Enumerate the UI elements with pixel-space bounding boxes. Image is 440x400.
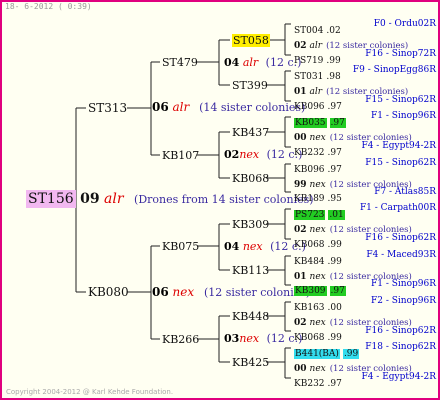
l4-code[interactable]: KB068	[294, 333, 325, 343]
l4-row: KB096.97 F15 - Sinop62R	[294, 158, 436, 175]
l4-row: PS723.01 F1 - Carpath00R	[294, 203, 436, 220]
sire-line: 06 alr (14 sister colonies)	[152, 101, 305, 113]
l4-origin: F4 - Egypt94-2R	[361, 141, 436, 151]
dam-code[interactable]: KB080	[88, 286, 129, 298]
l2-line-3: 03nex (12 c.)	[224, 333, 302, 344]
root-queen-breeder: alr	[104, 191, 124, 207]
l4-row: KB232.97 F4 - Egypt94-2R	[294, 141, 436, 158]
l4-value: .95	[327, 194, 342, 204]
l4-origin: F1 - Sinop96R	[371, 279, 436, 289]
l4-code[interactable]: KB096	[294, 102, 325, 112]
pedigree-frame: 18- 6-2012 ( 0:39) ST156 09 alr (Drones …	[0, 0, 440, 400]
dam-line: 06 nex (12 sister colonies)	[152, 286, 310, 298]
l4-value: .97	[327, 379, 342, 389]
l4-code[interactable]: KB232	[294, 379, 325, 389]
l2-year-2: 04	[224, 240, 240, 253]
l4-row: KB189.95 F7 - Atlas85R	[294, 187, 436, 204]
header-date: 18- 6-2012 ( 0:39)	[5, 2, 92, 11]
l4-origin: F1 - Carpath00R	[359, 203, 436, 213]
l4-origin: F0 - Ordu02R	[373, 19, 436, 29]
node-kb309[interactable]: KB309	[232, 219, 269, 230]
l4-code[interactable]: KB189	[294, 194, 325, 204]
l4-row: ST031.98 F9 - SinopEgg86R	[294, 65, 436, 82]
sire-breeder: alr	[172, 100, 190, 114]
node-kb437[interactable]: KB437	[232, 127, 269, 138]
l4-value: .99	[327, 333, 342, 343]
l4-row: KB484.99 F4 - Maced93R	[294, 250, 436, 267]
root-queen-year: 09	[80, 191, 100, 207]
node-st058-code: ST058	[232, 34, 270, 47]
l4-value: .97	[327, 102, 342, 112]
l4-origin: F2 - Sinop96R	[371, 296, 436, 306]
l4-row: KB068.99 F16 - Sinop62R	[294, 233, 436, 250]
l2-year-1: 02	[224, 148, 240, 161]
l4-origin: F4 - Egypt94-2R	[361, 372, 436, 382]
l4-origin: F7 - Atlas85R	[374, 187, 436, 197]
l2-breeder-2: nex	[242, 240, 263, 253]
l4-origin: F16 - Sinop72R	[365, 49, 436, 59]
root-queen-code: ST156	[26, 190, 76, 208]
node-st479[interactable]: ST479	[162, 57, 198, 68]
l4-row: KB232.97 F4 - Egypt94-2R	[294, 372, 436, 389]
l2-breeder-1: nex	[239, 148, 260, 161]
l4-origin: F16 - Sinop62R	[365, 326, 436, 336]
root-queen[interactable]: ST156 09 alr (Drones from 14 sister colo…	[26, 190, 314, 208]
l4-code[interactable]: KB309	[294, 286, 327, 296]
node-st058[interactable]: ST058	[232, 34, 270, 47]
l4-row: KB035.97 F1 - Sinop96R	[294, 111, 436, 128]
sire-year: 06	[152, 100, 169, 114]
l2-breeder-3: nex	[239, 332, 260, 345]
node-kb075[interactable]: KB075	[162, 241, 199, 252]
l4-code[interactable]: KB232	[294, 148, 325, 158]
dam-year: 06	[152, 285, 169, 299]
l4-row: PS719.99 F16 - Sinop72R	[294, 49, 436, 66]
l4-origin: F1 - Sinop96R	[371, 111, 436, 121]
l2-line-1: 02nex (12 c.)	[224, 149, 302, 160]
l2-year-3: 03	[224, 332, 240, 345]
l4-value: .97	[329, 286, 346, 296]
l4-row: KB068.99 F16 - Sinop62R	[294, 326, 436, 343]
node-kb068-a[interactable]: KB068	[232, 173, 269, 184]
l4-origin: F18 - Sinop62R	[365, 342, 436, 352]
sire-note: (14 sister colonies)	[199, 101, 306, 114]
node-st399[interactable]: ST399	[232, 80, 268, 91]
node-kb448[interactable]: KB448	[232, 311, 269, 322]
l2-year-0: 04	[224, 56, 240, 69]
l4-origin: F4 - Maced93R	[366, 250, 436, 260]
l4-origin: F15 - Sinop62R	[365, 158, 436, 168]
copyright: Copyright 2004-2012 @ Karl Kehde Foundat…	[6, 388, 174, 396]
l4-row: KB096.97 F15 - Sinop62R	[294, 95, 436, 112]
l4-origin: F16 - Sinop62R	[365, 233, 436, 243]
sire-code[interactable]: ST313	[88, 102, 127, 114]
l4-row: KB163.00 F2 - Sinop96R	[294, 296, 436, 313]
l4-origin: F15 - Sinop62R	[365, 95, 436, 105]
l4-value: .97	[327, 148, 342, 158]
l4-value: .99	[327, 240, 342, 250]
l2-line-0: 04 alr (12 c.)	[224, 57, 301, 68]
dam-breeder: nex	[172, 285, 195, 299]
l4-row: ST004.02 F0 - Ordu02R	[294, 19, 436, 36]
node-kb107[interactable]: KB107	[162, 150, 199, 161]
l4-origin: F9 - SinopEgg86R	[352, 65, 436, 75]
l4-row: KB309.97 F1 - Sinop96R	[294, 279, 436, 296]
l4-value: .99	[326, 56, 341, 66]
l2-breeder-0: alr	[242, 56, 259, 69]
l4-row: B441(BA) .99 F18 - Sinop62R	[294, 342, 436, 359]
node-kb266[interactable]: KB266	[162, 334, 199, 345]
l4-code[interactable]: KB068	[294, 240, 325, 250]
root-queen-note: (Drones from 14 sister colonies)	[134, 193, 314, 206]
node-kb425[interactable]: KB425	[232, 357, 269, 368]
l4-code[interactable]: PS719	[294, 56, 323, 66]
node-kb113[interactable]: KB113	[232, 265, 269, 276]
